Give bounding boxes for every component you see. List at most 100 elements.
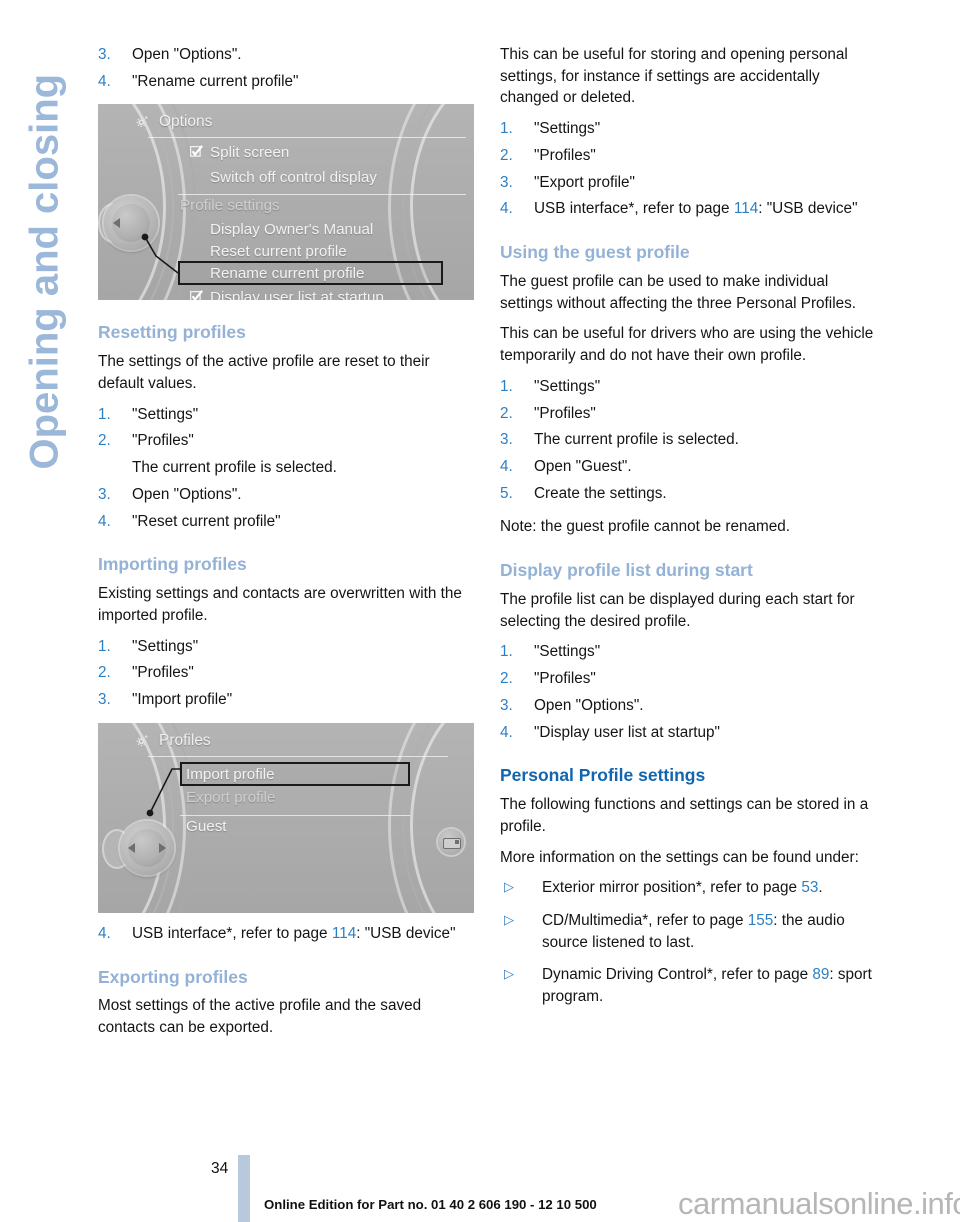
step-text: "Export profile" [534, 173, 635, 191]
step-text: "Profiles" [132, 664, 194, 682]
triangle-bullet-icon: ▷ [504, 912, 514, 928]
list-item: 4. "Rename current profile" [98, 71, 478, 93]
page-reference[interactable]: 89 [812, 966, 829, 983]
step-text: "Reset current profile" [132, 512, 281, 530]
step-text: "Settings" [534, 377, 601, 395]
guest-profile-note: Note: the guest profile cannot be rename… [500, 518, 790, 536]
step-text: "Import profile" [132, 691, 233, 709]
manual-page: Opening and closing 3. Open "Options". 4.… [0, 0, 960, 1222]
import-step4-list: 4. USB interface*, refer to page 114: "US… [98, 923, 478, 945]
step-number: 1. [98, 405, 111, 423]
list-item: 4. "Reset current profile" [98, 511, 478, 533]
figure-options-menu: Options Split screen Switch off control … [98, 104, 474, 301]
heading-display-profile-list: Display profile list during start [500, 560, 753, 581]
step-text-post: : "USB device" [356, 924, 456, 942]
exporting-steps-list: 1. "Settings" 2. "Profiles" 3. "Export prof… [500, 118, 880, 220]
list-item: ▷ Dynamic Driving Control*, refer to page… [500, 964, 880, 1007]
step-number: 3. [98, 691, 111, 709]
step-number: 2. [500, 146, 513, 164]
step-number: 2. [500, 670, 513, 688]
step-number: 4. [500, 457, 513, 475]
step-number: 1. [500, 377, 513, 395]
list-item: 2. "Profiles" [98, 662, 478, 684]
list-item: 3. Open "Options". [500, 695, 880, 717]
split-screen-icon-button[interactable] [438, 828, 464, 855]
heading-personal-profile-settings: Personal Profile settings [500, 765, 706, 786]
list-item: 1. "Settings" [98, 636, 478, 658]
bullet-text-pre: CD/Multimedia*, refer to page [542, 912, 748, 930]
list-item: ▷ CD/Multimedia*, refer to page 155: the … [500, 910, 880, 953]
paragraph: This can be useful for storing and openi… [500, 46, 848, 107]
list-item: 1. "Settings" [500, 641, 880, 663]
paragraph: Existing settings and contacts are overw… [98, 585, 462, 624]
step-text: "Profiles" [534, 146, 596, 164]
list-item: 1. "Settings" [98, 404, 478, 426]
step-number: 1. [500, 120, 513, 138]
profile-list-steps: 1. "Settings" 2. "Profiles" 3. Open "Option… [500, 641, 880, 743]
heading-using-guest-profile: Using the guest profile [500, 242, 690, 263]
page-reference[interactable]: 53 [801, 879, 818, 896]
step-text: "Settings" [534, 643, 601, 661]
step-text: Open "Options". [534, 696, 644, 714]
top-steps-list: 3. Open "Options". 4. "Rename current prof… [98, 44, 478, 92]
right-column: This can be useful for storing and openi… [500, 44, 880, 1020]
list-item: 2. "Profiles" [500, 145, 880, 167]
step-text-pre: USB interface*, refer to page [132, 924, 332, 942]
step-subtext: The current profile is selected. [132, 459, 337, 477]
paragraph: The following functions and settings can… [500, 796, 869, 835]
split-screen-icon [443, 837, 461, 849]
bullet-text-pre: Exterior mirror position*, refer to page [542, 879, 802, 897]
step-number: 3. [98, 46, 111, 63]
list-item: 3. "Export profile" [500, 172, 880, 194]
step-text: Open "Options". [132, 46, 242, 63]
step-text: "Rename current profile" [132, 72, 299, 90]
importing-steps-list: 1. "Settings" 2. "Profiles" 3. "Import prof… [98, 636, 478, 711]
list-item: 3. "Import profile" [98, 689, 478, 711]
list-item: ▷ Exterior mirror position*, refer to pag… [500, 877, 880, 899]
step-number: 2. [500, 404, 513, 422]
list-item: 1. "Settings" [500, 118, 880, 140]
step-text: "Profiles" [534, 404, 596, 422]
bullet-text-pre: Dynamic Driving Control*, refer to page [542, 966, 813, 984]
step-number: 3. [500, 173, 513, 191]
callout-leader-line [98, 104, 474, 300]
step-text: Open "Options". [132, 485, 242, 503]
bullet-text-post: . [818, 879, 823, 897]
step-number: 4. [98, 924, 111, 942]
step-text: "Profiles" [132, 432, 194, 450]
step-number: 2. [98, 432, 111, 450]
step-number: 5. [500, 484, 513, 502]
step-text: Open "Guest". [534, 457, 632, 475]
page-reference[interactable]: 114 [332, 925, 356, 942]
step-text: The current profile is selected. [534, 431, 739, 449]
paragraph: The guest profile can be used to make in… [500, 272, 856, 312]
list-item: 2. "Profiles" The current profile is sele… [98, 430, 478, 478]
list-item: 5. Create the settings. [500, 483, 880, 505]
step-number: 3. [500, 431, 513, 449]
list-item: 4. USB interface*, refer to page 114: "US… [98, 923, 478, 945]
resetting-steps-list: 1. "Settings" 2. "Profiles" The current pr… [98, 404, 478, 533]
paragraph: The settings of the active profile are r… [98, 353, 430, 393]
list-item: 1. "Settings" [500, 376, 880, 398]
personal-settings-bullets: ▷ Exterior mirror position*, refer to pag… [500, 877, 880, 1008]
footer-edition-text: Online Edition for Part no. 01 40 2 606 … [264, 1197, 597, 1212]
step-number: 3. [98, 485, 111, 503]
callout-leader-line [98, 723, 474, 913]
list-item: 2. "Profiles" [500, 403, 880, 425]
list-item: 4. Open "Guest". [500, 456, 880, 478]
list-item: 3. The current profile is selected. [500, 429, 880, 451]
paragraph: More information on the settings can be … [500, 848, 859, 866]
step-text: Create the settings. [534, 484, 667, 502]
step-text: "Settings" [132, 405, 199, 423]
step-number: 4. [500, 723, 513, 741]
heading-importing-profiles: Importing profiles [98, 554, 247, 575]
footer-accent-bar [238, 1155, 250, 1222]
step-text: "Display user list at startup" [534, 723, 720, 741]
heading-resetting-profiles: Resetting profiles [98, 322, 246, 343]
step-text: "Profiles" [534, 670, 596, 688]
triangle-bullet-icon: ▷ [504, 879, 514, 895]
page-reference[interactable]: 155 [748, 912, 774, 929]
step-number: 1. [500, 643, 513, 661]
left-column: 3. Open "Options". 4. "Rename current prof… [98, 44, 478, 1051]
page-reference[interactable]: 114 [734, 200, 758, 217]
